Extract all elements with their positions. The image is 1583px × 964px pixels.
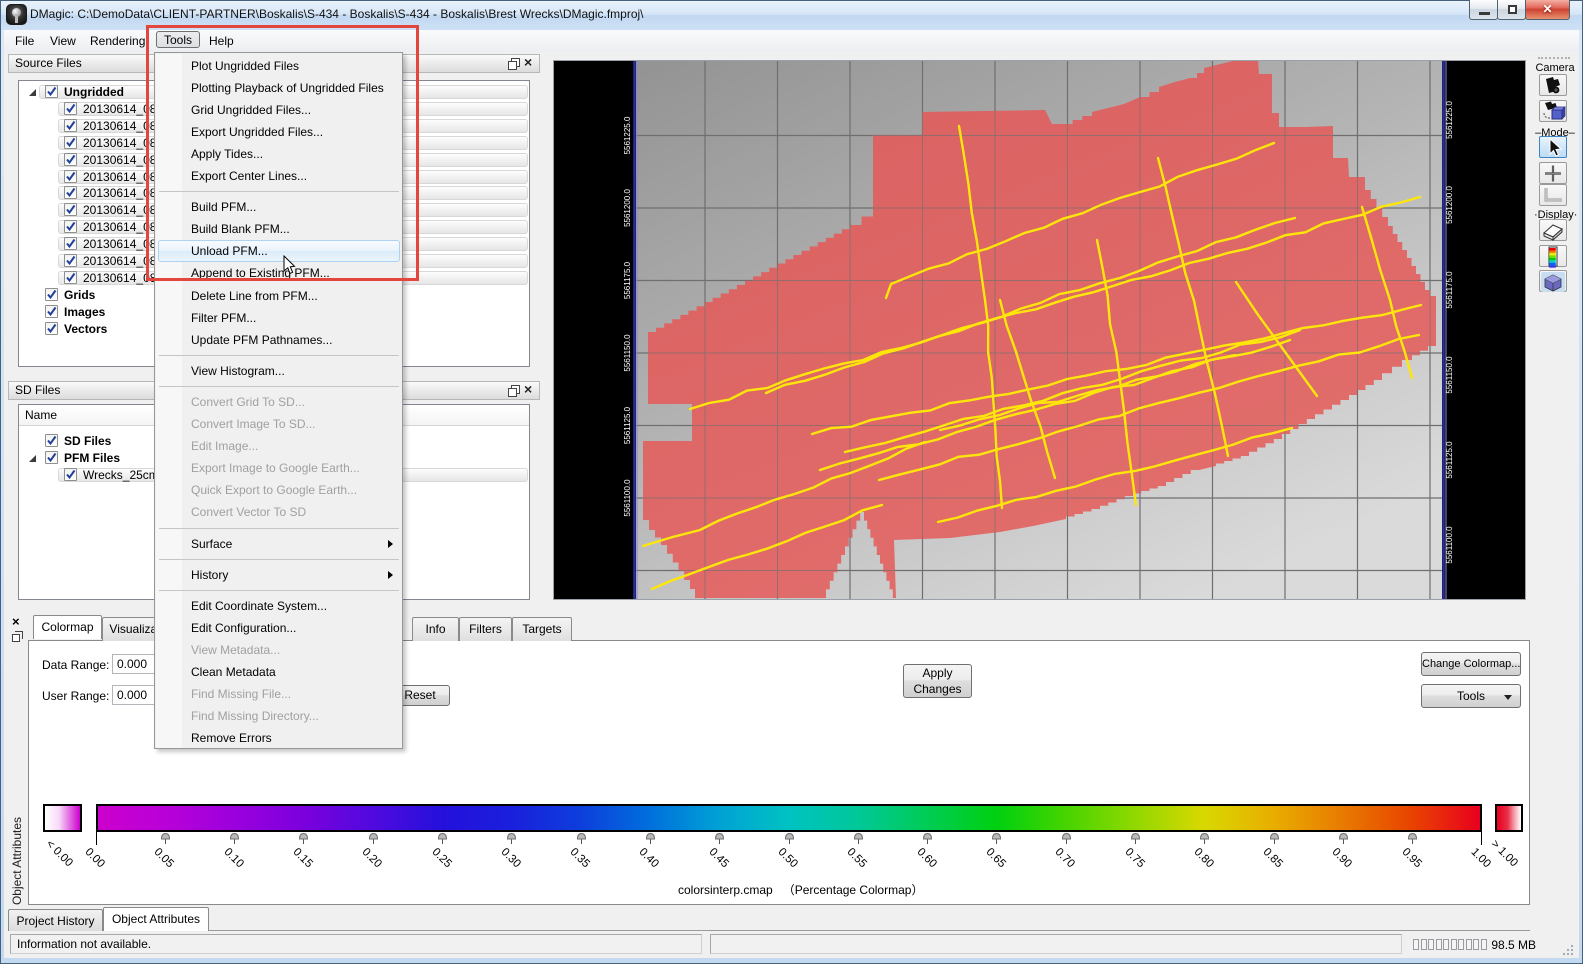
svg-text:5561175.0: 5561175.0: [623, 261, 632, 299]
svg-text:5561200.0: 5561200.0: [1445, 186, 1454, 224]
svg-text:5561150.0: 5561150.0: [623, 334, 632, 372]
svg-text:5561125.0: 5561125.0: [1445, 441, 1454, 479]
svg-text:5561150.0: 5561150.0: [1445, 356, 1454, 394]
svg-text:5561125.0: 5561125.0: [623, 406, 632, 444]
svg-text:5561200.0: 5561200.0: [623, 189, 632, 227]
svg-text:5561225.0: 5561225.0: [623, 116, 632, 154]
svg-text:5561100.0: 5561100.0: [1445, 526, 1454, 564]
svg-text:5561100.0: 5561100.0: [623, 479, 632, 517]
svg-text:5561175.0: 5561175.0: [1445, 271, 1454, 309]
svg-text:5561225.0: 5561225.0: [1445, 101, 1454, 139]
